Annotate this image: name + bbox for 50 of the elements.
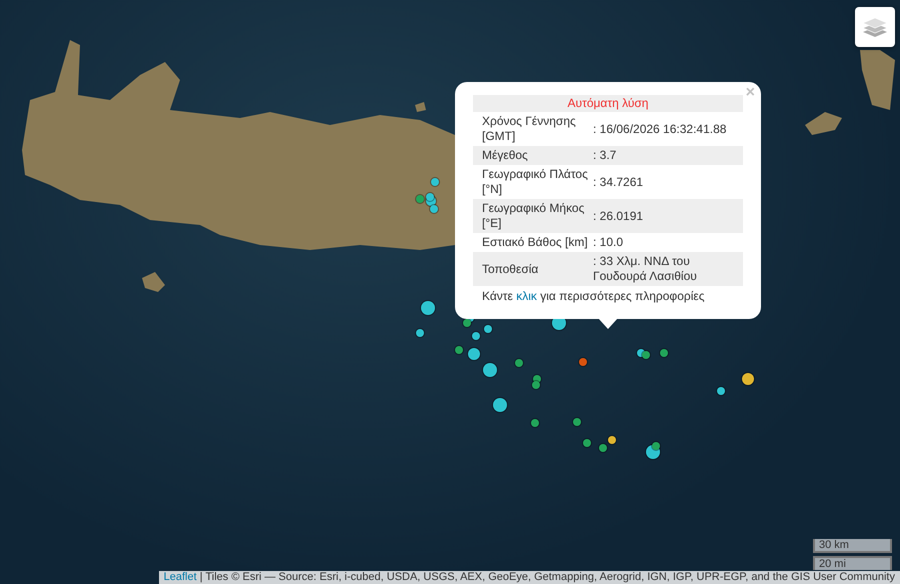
field-label: Τοποθεσία	[481, 262, 540, 276]
earthquake-marker[interactable]	[531, 419, 539, 427]
earthquake-marker[interactable]	[652, 442, 660, 450]
satellite-map[interactable]	[0, 0, 900, 584]
earthquake-marker[interactable]	[717, 387, 725, 395]
attribution-text: Leaflet | Tiles © Esri — Source: Esri, i-cubed, USDA, USGS, AEX, GeoEye, Getmapping, Aerogrid, IGN, IGP, UPR-EGP, and the GIS User Community	[158, 571, 900, 584]
earthquake-marker[interactable]	[493, 398, 507, 412]
close-button[interactable]: ×	[744, 84, 757, 102]
earthquake-marker[interactable]	[484, 325, 492, 333]
earthquake-marker[interactable]	[472, 332, 480, 340]
earthquake-marker[interactable]	[579, 358, 587, 366]
earthquake-marker[interactable]	[583, 439, 591, 447]
earthquake-marker[interactable]	[573, 418, 581, 426]
field-value: : 10.0	[593, 235, 624, 250]
scale-bar: 20 mi	[813, 556, 892, 570]
earthquake-marker[interactable]	[533, 375, 541, 383]
field-value: : 16/06/2026 16:32:41.88	[593, 122, 728, 136]
earthquake-marker[interactable]	[742, 373, 754, 385]
earthquake-marker[interactable]	[421, 301, 435, 315]
popup-tip	[598, 318, 618, 329]
earthquake-marker[interactable]	[608, 436, 616, 444]
earthquake-marker[interactable]	[532, 381, 540, 389]
islet-drawing	[805, 112, 842, 135]
field-value: : 3.7	[593, 148, 618, 163]
earthquake-marker[interactable]	[515, 359, 523, 367]
popup-title: Αυτόματη λύση	[473, 95, 743, 112]
field-label: Γεωγραφικό Πλάτος [°N]	[481, 167, 589, 197]
earthquake-marker[interactable]	[599, 444, 607, 452]
earthquake-marker[interactable]	[426, 193, 434, 201]
islet-drawing	[415, 102, 426, 112]
earthquake-marker[interactable]	[642, 351, 650, 359]
scale-bar: 30 km	[813, 539, 892, 553]
field-value: : 26.0191	[593, 208, 644, 224]
field-label: Χρόνος Γέννησης [GMT]	[481, 114, 577, 144]
info-text: Κάντε κλικ για περισσότερες πληροφορίες	[481, 288, 706, 305]
islet-drawing	[142, 272, 165, 292]
earthquake-marker[interactable]	[416, 329, 424, 337]
details-link[interactable]: κλικ	[516, 289, 537, 303]
earthquake-marker[interactable]	[483, 363, 497, 377]
field-label: Εστιακό Βάθος [km]	[481, 235, 589, 250]
earthquake-marker[interactable]	[660, 349, 668, 357]
field-value: : 33 Χλμ. ΝΝΔ του Γουδουρά Λασιθίου	[593, 254, 698, 284]
earthquake-marker[interactable]	[468, 348, 480, 360]
field-label: Γεωγραφικό Μήκος [°E]	[481, 201, 586, 231]
field-value: : 34.7261	[593, 174, 644, 190]
field-label: Μέγεθος	[481, 148, 529, 163]
earthquake-marker[interactable]	[455, 346, 463, 354]
leaflet-link[interactable]: Leaflet	[164, 571, 197, 583]
island-drawing	[860, 50, 895, 110]
earthquake-marker[interactable]	[463, 319, 471, 327]
